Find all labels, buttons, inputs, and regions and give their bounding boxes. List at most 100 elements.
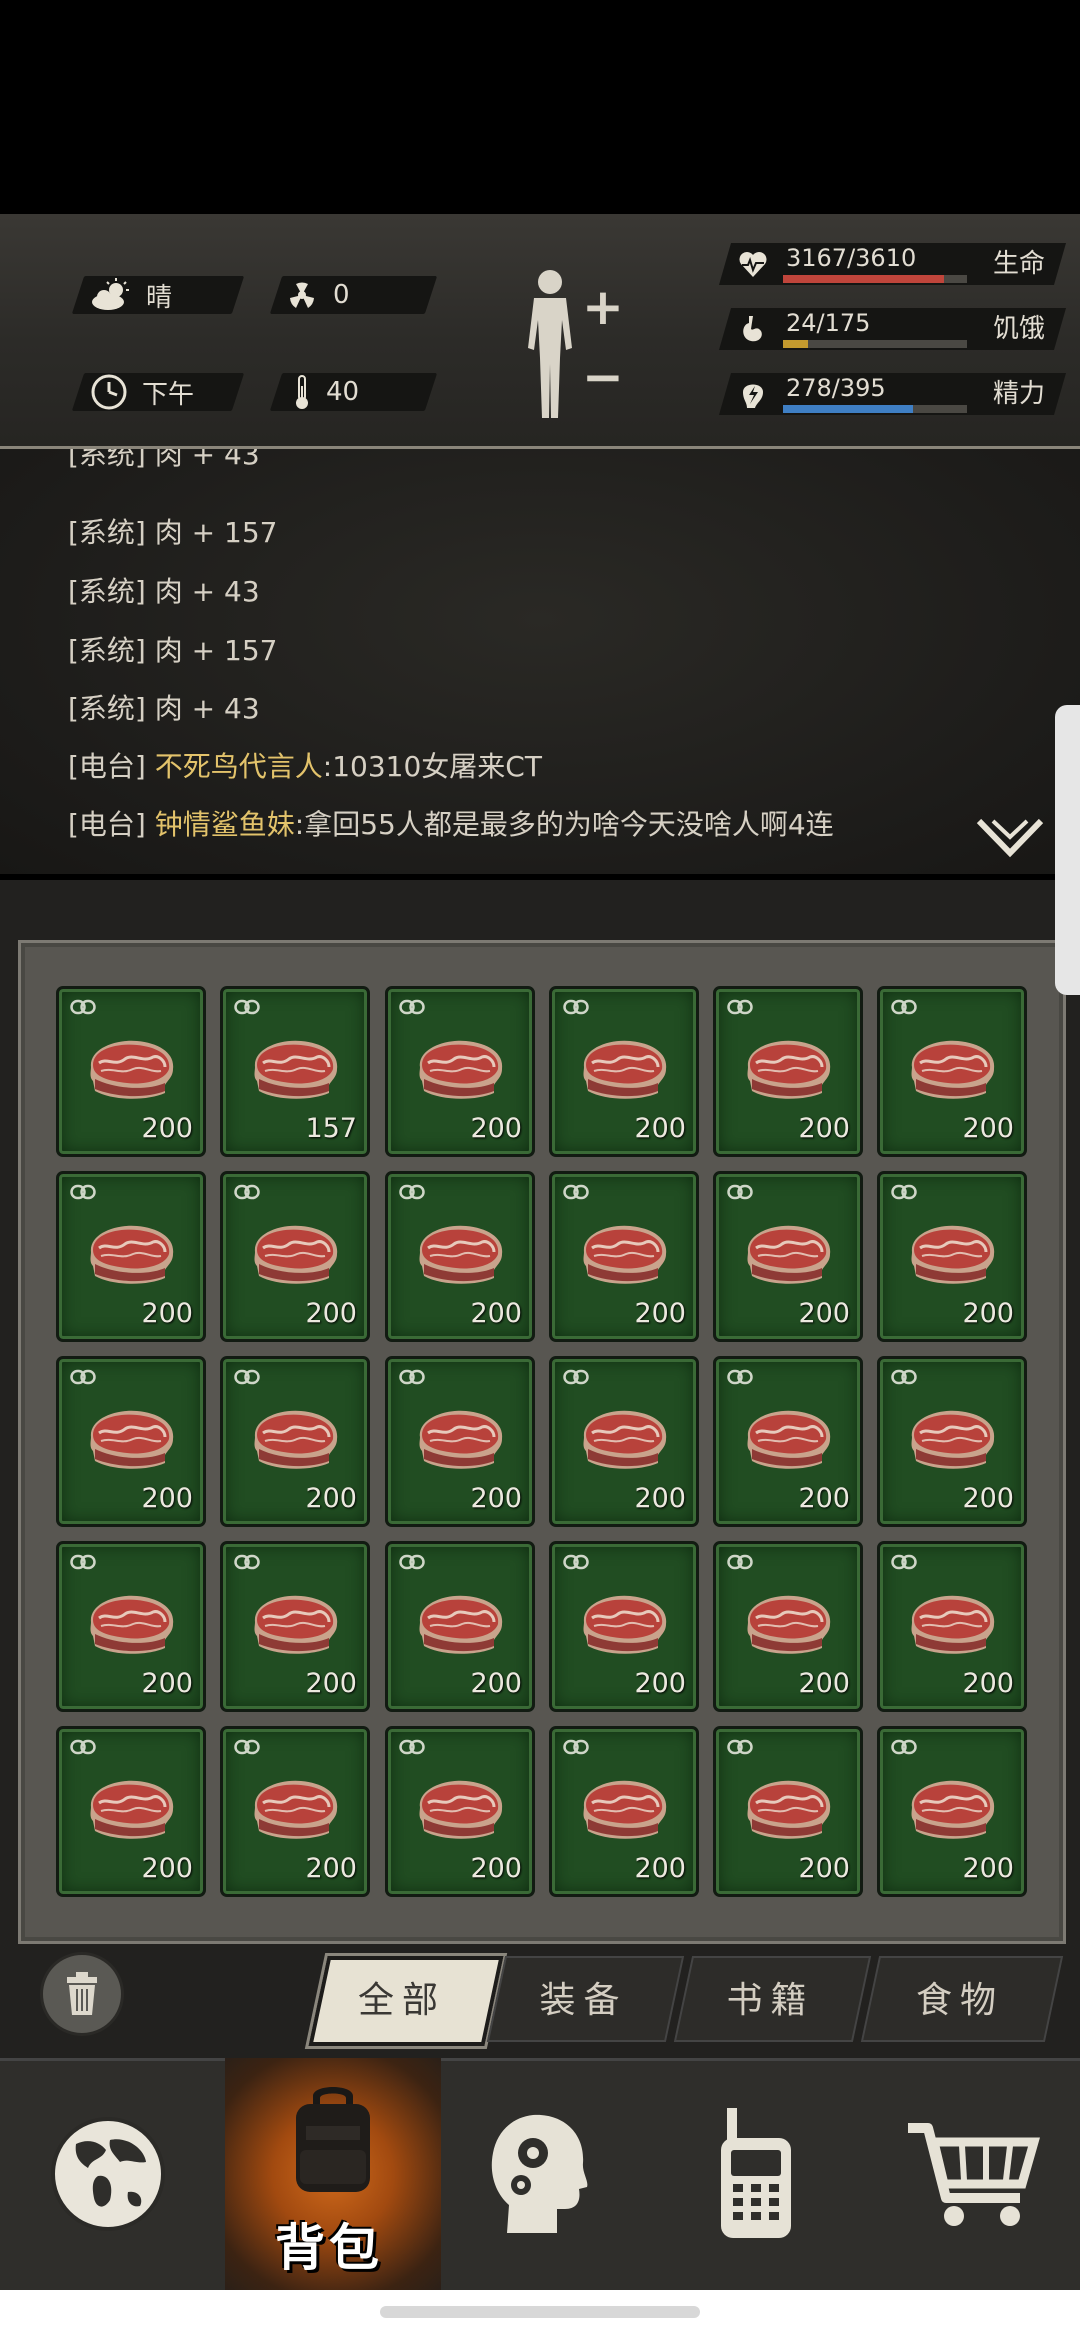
inventory-slot[interactable]: 200 [385,1726,535,1897]
bound-link-icon [70,1554,96,1570]
radio-icon [721,2108,791,2238]
item-quantity: 200 [962,1113,1014,1144]
bound-link-icon [727,1369,753,1385]
radiation-value: 0 [333,280,350,310]
meat-icon [747,1040,831,1099]
inventory-slot[interactable]: 200 [549,1541,699,1712]
message-log[interactable]: [系统] 肉 + 43 [系统] 肉 + 157 [系统] 肉 + 43 [系统… [0,449,1080,874]
time-display: 下午 [90,373,194,411]
increase-button[interactable]: + [582,282,624,332]
log-line: [系统] 肉 + 157 [68,629,277,669]
temperature-display: 40 [292,373,359,411]
nav-backpack[interactable]: 背包 [225,2058,441,2290]
item-quantity: 200 [470,1853,522,1884]
item-quantity: 200 [962,1853,1014,1884]
inventory-slot[interactable]: 200 [220,1356,370,1527]
nav-skills[interactable] [432,2058,648,2290]
item-quantity: 200 [962,1298,1014,1329]
energy-icon [743,384,763,408]
weather-text: 晴 [146,282,173,313]
log-line: [系统] 肉 + 157 [68,511,277,551]
meat-icon [911,1040,995,1099]
inventory-slot[interactable]: 200 [549,986,699,1157]
log-username[interactable]: 钟情鲨鱼妹 [155,808,295,841]
item-quantity: 200 [305,1483,357,1514]
health-bar [783,275,967,283]
inventory-slot[interactable]: 200 [549,1726,699,1897]
inventory-slot[interactable]: 200 [56,1541,206,1712]
item-quantity: 200 [962,1668,1014,1699]
meat-icon [419,1225,503,1284]
meat-icon [747,1780,831,1839]
inventory-slot[interactable]: 200 [220,1726,370,1897]
inventory-slot[interactable]: 200 [220,1541,370,1712]
bound-link-icon [727,999,753,1015]
nav-radio[interactable] [648,2058,864,2290]
discard-button[interactable] [40,1952,124,2036]
inventory-slot[interactable]: 200 [549,1356,699,1527]
bound-link-icon [70,1739,96,1755]
health-value: 3167/3610 [786,244,917,272]
inventory-slot[interactable]: 200 [56,1171,206,1342]
inventory-slot[interactable]: 200 [56,1726,206,1897]
inventory-slot[interactable]: 200 [385,986,535,1157]
collapse-log-chevron-icon[interactable] [975,815,1045,859]
side-scroll-handle[interactable] [1055,705,1080,995]
inventory-slot[interactable]: 200 [877,1541,1027,1712]
item-quantity: 157 [305,1113,357,1144]
log-tag: [系统] [68,516,146,549]
inventory-slot[interactable]: 200 [713,1171,863,1342]
log-tag: [系统] [68,575,146,608]
inventory-slot[interactable]: 200 [713,1541,863,1712]
inventory-slot[interactable]: 200 [877,1726,1027,1897]
nav-shop[interactable] [864,2058,1080,2290]
radiation-icon [290,282,314,308]
decrease-button[interactable]: − [582,352,624,402]
hunger-bar [783,340,967,348]
bound-link-icon [399,1739,425,1755]
inventory-slot[interactable]: 200 [385,1356,535,1527]
body-status-figure[interactable] [520,268,580,420]
nav-map[interactable] [0,2058,216,2290]
log-username[interactable]: 不死鸟代言人 [155,750,323,783]
meat-icon [911,1410,995,1469]
inventory-slot[interactable]: 200 [385,1541,535,1712]
inventory-slot[interactable]: 200 [549,1171,699,1342]
inventory-slot[interactable]: 200 [220,1171,370,1342]
clock-icon [91,374,127,410]
inventory-slot[interactable]: 200 [713,1356,863,1527]
inventory-slot[interactable]: 200 [56,986,206,1157]
log-text: 肉 + 157 [154,634,278,667]
inventory-slot[interactable]: 200 [713,1726,863,1897]
bound-link-icon [234,1554,260,1570]
hunger-bar-fill [783,340,809,348]
meat-icon [254,1040,338,1099]
log-line-radio: [电台] 不死鸟代言人:10310女屠来CT [68,745,542,785]
inventory-slot[interactable]: 157 [220,986,370,1157]
home-indicator[interactable] [380,2306,700,2318]
bound-link-icon [234,999,260,1015]
inventory-slot[interactable]: 200 [877,986,1027,1157]
tab-books-label: 书籍 [726,1980,815,2021]
item-quantity: 200 [798,1853,850,1884]
inventory-slot[interactable]: 200 [385,1171,535,1342]
log-tag: [系统] [68,634,146,667]
thermometer-icon [296,375,308,409]
inventory-slot[interactable]: 200 [877,1171,1027,1342]
item-quantity: 200 [798,1298,850,1329]
meat-icon [747,1410,831,1469]
tab-all-label: 全部 [357,1980,446,2021]
inventory-slot[interactable]: 200 [56,1356,206,1527]
inventory-slot[interactable]: 200 [713,986,863,1157]
item-quantity: 200 [798,1483,850,1514]
bound-link-icon [891,1739,917,1755]
weather-sun-cloud-icon [92,278,129,310]
meat-icon [254,1595,338,1654]
bound-link-icon [70,999,96,1015]
bound-link-icon [70,1184,96,1200]
log-tag: [电台] [68,750,146,783]
item-quantity: 200 [305,1668,357,1699]
log-tag: [系统] [68,449,146,471]
time-of-day-text: 下午 [142,379,195,410]
inventory-slot[interactable]: 200 [877,1356,1027,1527]
